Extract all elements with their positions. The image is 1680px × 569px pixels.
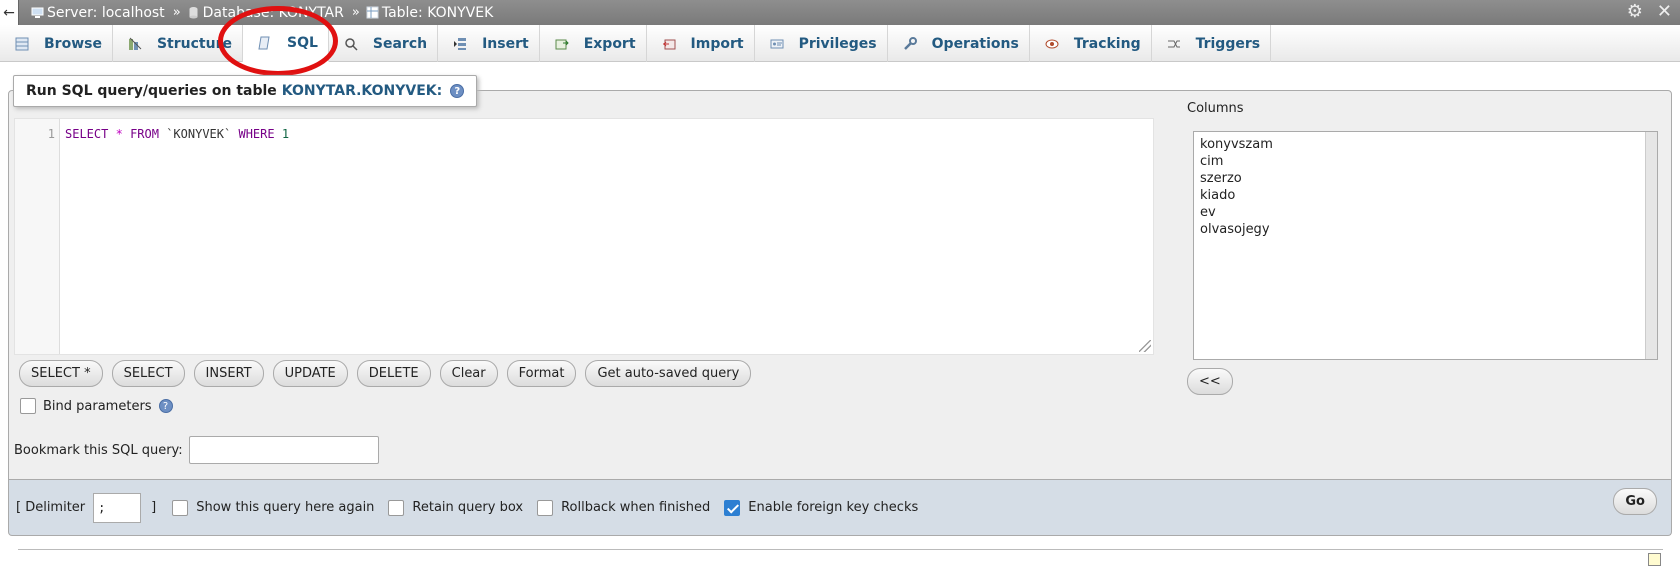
tab-bar: Browse Structure SQL Search Insert Expor… — [0, 25, 1680, 62]
retain-query-box-checkbox[interactable] — [388, 499, 405, 516]
triggers-icon — [1166, 36, 1182, 52]
tab-structure[interactable]: Structure — [113, 25, 243, 62]
insert-icon — [452, 36, 468, 52]
breadcrumb-separator: » — [351, 5, 360, 20]
breadcrumb-bar: ← Server: localhost » Database: KONYTAR … — [0, 0, 1680, 25]
breadcrumb-separator: » — [172, 5, 181, 20]
line-number: 1 — [47, 127, 55, 141]
retain-query-box-option[interactable]: Retain query box — [388, 499, 523, 516]
help-icon[interactable]: ? — [450, 84, 465, 98]
help-icon[interactable]: ? — [158, 399, 173, 413]
tab-insert[interactable]: Insert — [438, 25, 540, 62]
update-button[interactable]: UPDATE — [272, 360, 348, 387]
tab-triggers[interactable]: Triggers — [1152, 25, 1272, 62]
editor-gutter: 1 — [15, 119, 60, 354]
show-query-option[interactable]: Show this query here again — [172, 499, 374, 516]
back-arrow-icon[interactable]: ← — [0, 0, 19, 25]
foreign-key-checks-checkbox[interactable] — [724, 499, 741, 516]
search-icon — [343, 36, 359, 52]
resize-grip-icon[interactable] — [1139, 340, 1151, 352]
tab-import[interactable]: Import — [647, 25, 755, 62]
query-options-bar: [ Delimiter ; ] Show this query here aga… — [8, 480, 1672, 536]
server-icon — [31, 7, 44, 18]
console-icon[interactable] — [1648, 553, 1661, 566]
breadcrumb-table[interactable]: Table: KONYVEK — [366, 5, 493, 21]
delimiter-label: [ Delimiter — [16, 500, 86, 515]
divider — [18, 549, 1663, 550]
column-option[interactable]: cim — [1194, 153, 1657, 170]
bookmark-row: Bookmark this SQL query: — [14, 436, 379, 464]
privileges-icon — [769, 36, 785, 52]
columns-scrollbar[interactable] — [1645, 132, 1657, 359]
sql-query-text[interactable]: SELECT * FROM `KONYVEK` WHERE 1 — [65, 127, 289, 141]
column-option[interactable]: ev — [1194, 204, 1657, 221]
go-button[interactable]: Go — [1613, 488, 1657, 515]
browse-icon — [14, 36, 30, 52]
structure-icon — [127, 36, 143, 52]
settings-gear-icon[interactable]: ⚙ — [1627, 3, 1643, 21]
query-button-row: SELECT * SELECT INSERT UPDATE DELETE Cle… — [19, 360, 752, 387]
panel-legend: Run SQL query/queries on table KONYTAR.K… — [13, 75, 478, 107]
import-icon — [661, 36, 677, 52]
database-icon — [189, 7, 198, 19]
rollback-checkbox[interactable] — [537, 499, 554, 516]
tab-operations[interactable]: Operations — [888, 25, 1030, 62]
select-star-button[interactable]: SELECT * — [19, 360, 103, 387]
tab-export[interactable]: Export — [540, 25, 647, 62]
columns-list[interactable]: konyvszam cim szerzo kiado ev olvasojegy — [1193, 131, 1658, 360]
delimiter-bracket: ] — [151, 500, 157, 515]
column-option[interactable]: olvasojegy — [1194, 221, 1657, 238]
insert-button[interactable]: INSERT — [193, 360, 264, 387]
bind-parameters-option: Bind parameters ? — [20, 398, 173, 414]
tab-search[interactable]: Search — [329, 25, 439, 62]
delimiter-input[interactable]: ; — [93, 492, 142, 523]
table-icon — [366, 6, 379, 19]
breadcrumb-database[interactable]: Database: KONYTAR — [187, 5, 344, 21]
column-option[interactable]: kiado — [1194, 187, 1657, 204]
sql-icon — [257, 35, 273, 51]
format-button[interactable]: Format — [506, 360, 577, 387]
column-option[interactable]: szerzo — [1194, 170, 1657, 187]
tab-privileges[interactable]: Privileges — [755, 25, 888, 62]
breadcrumb-server[interactable]: Server: localhost — [31, 5, 165, 21]
get-auto-saved-query-button[interactable]: Get auto-saved query — [585, 360, 752, 387]
legend-table-link[interactable]: KONYTAR.KONYVEK: — [282, 83, 442, 99]
bind-parameters-checkbox[interactable] — [20, 398, 36, 414]
bookmark-input[interactable] — [188, 436, 379, 464]
show-query-checkbox[interactable] — [172, 499, 189, 516]
wrench-icon — [902, 36, 918, 52]
tab-sql[interactable]: SQL — [242, 25, 329, 62]
eye-icon — [1044, 36, 1060, 52]
column-option[interactable]: konyvszam — [1194, 136, 1657, 153]
clear-button[interactable]: Clear — [439, 360, 498, 387]
tab-tracking[interactable]: Tracking — [1030, 25, 1152, 62]
sql-editor[interactable]: 1 SELECT * FROM `KONYVEK` WHERE 1 — [14, 118, 1154, 355]
foreign-key-checks-option[interactable]: Enable foreign key checks — [724, 499, 918, 516]
collapse-icon[interactable]: ✕ — [1657, 3, 1672, 21]
columns-heading: Columns — [1187, 101, 1244, 116]
export-icon — [554, 36, 570, 52]
delete-button[interactable]: DELETE — [356, 360, 431, 387]
select-button[interactable]: SELECT — [111, 360, 185, 387]
tab-browse[interactable]: Browse — [0, 25, 113, 62]
insert-column-button[interactable]: << — [1187, 368, 1233, 395]
rollback-option[interactable]: Rollback when finished — [537, 499, 710, 516]
